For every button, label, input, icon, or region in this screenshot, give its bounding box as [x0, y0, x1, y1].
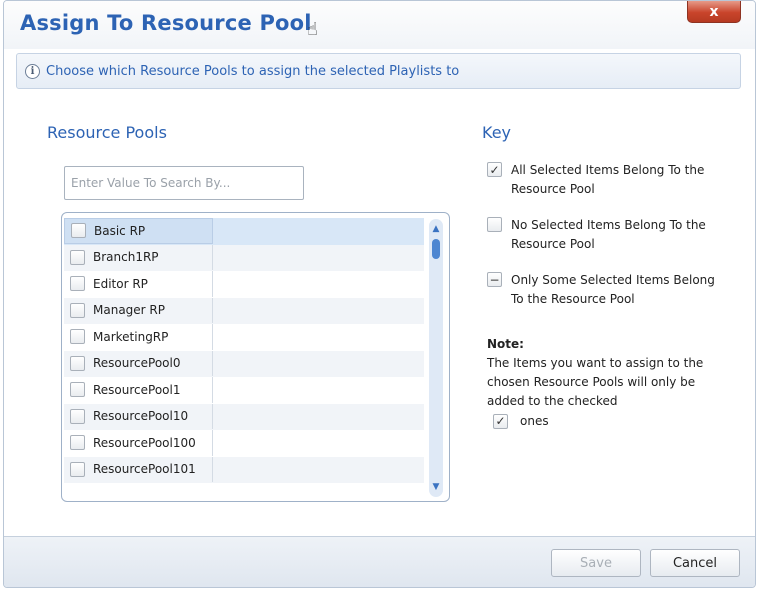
resource-pool-label: Basic RP	[94, 223, 146, 238]
resource-pool-checkbox[interactable]	[70, 408, 85, 424]
hand-cursor-icon: ☝	[307, 19, 318, 40]
resource-pool-cell: ResourcePool0	[64, 350, 213, 376]
checked-checkbox-icon: ✓	[487, 162, 502, 177]
resource-pool-label: Editor RP	[93, 276, 148, 291]
resource-pool-cell: ResourcePool101	[64, 456, 213, 482]
resource-pools-heading: Resource Pools	[47, 123, 167, 142]
resource-pool-label: Branch1RP	[93, 250, 159, 265]
resource-pool-checkbox[interactable]	[70, 276, 85, 292]
note-body: The Items you want to assign to the chos…	[487, 356, 704, 408]
key-none-selected: No Selected Items Belong To the Resource…	[487, 216, 721, 254]
resource-pool-label: ResourcePool1	[93, 382, 181, 397]
resource-pool-cell: Branch1RP	[64, 244, 213, 270]
resource-pool-cell: ResourcePool10	[64, 403, 213, 429]
resource-pool-row[interactable]: Branch1RP	[64, 244, 424, 271]
scroll-thumb[interactable]	[432, 239, 440, 259]
info-icon: i	[25, 63, 40, 79]
unchecked-checkbox-icon	[487, 217, 502, 232]
key-all-selected: ✓ All Selected Items Belong To the Resou…	[487, 161, 721, 199]
resource-pool-cell: Editor RP	[64, 271, 213, 297]
key-none-selected-text: No Selected Items Belong To the Resource…	[511, 218, 706, 251]
note: Note: The Items you want to assign to th…	[487, 335, 727, 431]
resource-pool-checkbox[interactable]	[70, 302, 85, 318]
list-scrollbar[interactable]: ▲ ▼	[429, 219, 443, 497]
resource-pool-rows: Basic RP Branch1RP Editor RP Manager RP Mark…	[64, 218, 424, 483]
resource-pool-checkbox[interactable]	[71, 223, 86, 239]
resource-pool-row[interactable]: ResourcePool10	[64, 403, 424, 430]
resource-pool-cell: Manager RP	[64, 297, 213, 323]
resource-pool-list: Basic RP Branch1RP Editor RP Manager RP Mark…	[61, 212, 450, 502]
scroll-up-icon[interactable]: ▲	[429, 221, 443, 237]
resource-pool-checkbox[interactable]	[70, 435, 85, 451]
note-tail-text: ones	[520, 414, 549, 428]
resource-pool-row[interactable]: ResourcePool100	[64, 430, 424, 457]
resource-pool-row[interactable]: Basic RP	[64, 218, 424, 245]
info-text: Choose which Resource Pools to assign th…	[46, 63, 460, 79]
resource-pool-row[interactable]: MarketingRP	[64, 324, 424, 351]
key-all-selected-text: All Selected Items Belong To the Resourc…	[511, 163, 705, 196]
resource-pool-checkbox[interactable]	[70, 249, 85, 265]
resource-pool-label: MarketingRP	[93, 329, 169, 344]
info-bar: i Choose which Resource Pools to assign …	[16, 53, 741, 89]
resource-pool-label: ResourcePool100	[93, 435, 196, 450]
resource-pool-cell: Basic RP	[64, 218, 213, 244]
assign-resource-pool-dialog: Assign To Resource Pool ☝ x i Choose whi…	[3, 0, 756, 588]
note-title: Note:	[487, 337, 524, 351]
title-bar: Assign To Resource Pool ☝ x	[4, 1, 755, 49]
key-heading: Key	[482, 123, 512, 142]
resource-pool-row[interactable]: ResourcePool1	[64, 377, 424, 404]
resource-pool-cell: MarketingRP	[64, 324, 213, 350]
resource-pool-row[interactable]: Manager RP	[64, 297, 424, 324]
search-input[interactable]	[64, 166, 304, 200]
key-some-selected-text: Only Some Selected Items Belong To the R…	[511, 273, 715, 306]
dialog-footer: Save Cancel	[4, 536, 755, 587]
resource-pool-cell: ResourcePool1	[64, 377, 213, 403]
resource-pool-checkbox[interactable]	[70, 329, 85, 345]
resource-pool-label: ResourcePool0	[93, 356, 181, 371]
resource-pool-row[interactable]: Editor RP	[64, 271, 424, 298]
scroll-down-icon[interactable]: ▼	[429, 479, 443, 495]
note-tail: ✓ ones	[487, 412, 727, 431]
resource-pool-checkbox[interactable]	[70, 461, 85, 477]
resource-pool-checkbox[interactable]	[70, 382, 85, 398]
checked-checkbox-icon: ✓	[493, 414, 508, 429]
partial-checkbox-icon: −	[487, 272, 502, 287]
resource-pool-cell: ResourcePool100	[64, 430, 213, 456]
resource-pool-row[interactable]: ResourcePool0	[64, 350, 424, 377]
resource-pool-label: ResourcePool10	[93, 409, 189, 424]
resource-pool-label: ResourcePool101	[93, 462, 196, 477]
close-button[interactable]: x	[687, 1, 741, 23]
resource-pool-row[interactable]: ResourcePool101	[64, 456, 424, 483]
dialog-title: Assign To Resource Pool	[20, 11, 312, 35]
save-button[interactable]: Save	[551, 549, 641, 577]
resource-pool-checkbox[interactable]	[70, 355, 85, 371]
resource-pool-label: Manager RP	[93, 303, 165, 318]
cancel-button[interactable]: Cancel	[650, 549, 740, 577]
key-some-selected: − Only Some Selected Items Belong To the…	[487, 271, 721, 309]
